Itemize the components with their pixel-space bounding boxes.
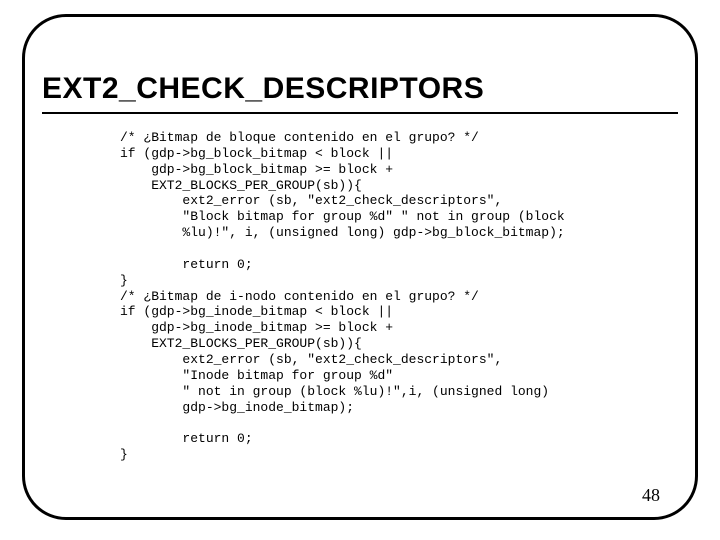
slide: EXT2_CHECK_DESCRIPTORS /* ¿Bitmap de blo… [0,0,720,540]
code-block: /* ¿Bitmap de bloque contenido en el gru… [120,130,665,463]
page-number: 48 [642,485,660,506]
title-underline [42,112,678,114]
slide-title: EXT2_CHECK_DESCRIPTORS [42,72,484,106]
